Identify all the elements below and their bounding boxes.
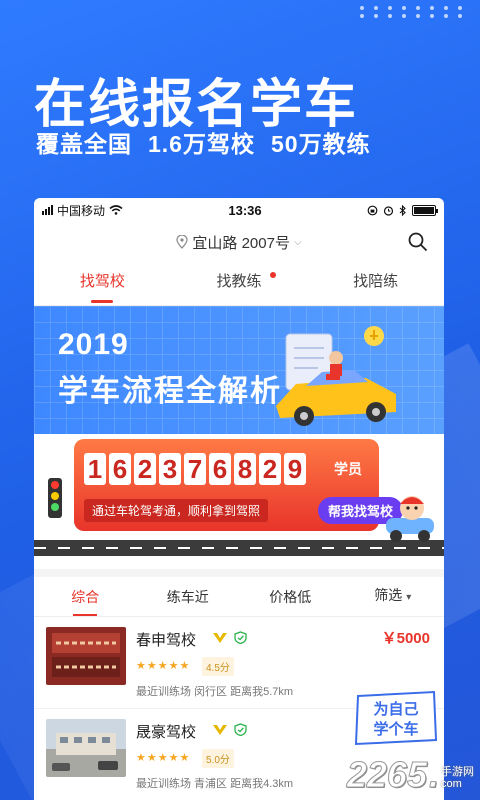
watermark-dot: .: [428, 754, 439, 796]
banner-slogan: 通过车轮驾考通，顺利拿到驾照: [84, 499, 269, 522]
car-illustration: [276, 326, 396, 426]
school-photo: [46, 627, 126, 685]
filter-label: 综合: [71, 588, 100, 605]
counter-digit: 2: [259, 453, 281, 485]
counter-digit: 8: [234, 453, 256, 485]
school-price: ￥5000: [381, 630, 430, 647]
location-pin-icon: [176, 235, 189, 249]
tab-label: 找陪练: [353, 273, 399, 290]
school-name: 春申驾校: [136, 632, 197, 649]
bluetooth-icon: [399, 204, 406, 216]
banner-year: 2019: [58, 328, 129, 361]
decorative-dots: [360, 6, 468, 18]
student-counter: 1 6 2 3 7 6 8 2 9 学员 通过车轮驾考通，顺利拿到驾照 帮我找驾…: [74, 439, 404, 531]
chevron-down-icon: ▾: [406, 592, 412, 603]
watermark-number: 2265: [346, 754, 427, 796]
school-photo: [46, 719, 126, 777]
school-location: 最近训练场 闵行区 距离我5.7km: [136, 686, 294, 698]
signal-icon: [42, 205, 53, 215]
filter-label: 价格低: [269, 588, 312, 605]
watermark-line-1: 手游网: [441, 765, 474, 778]
chevron-down-icon: ⌵: [293, 236, 302, 248]
counter-digit: 1: [84, 453, 106, 485]
counter-digit: 7: [184, 453, 206, 485]
counter-digit: 6: [209, 453, 231, 485]
counter-digit: 6: [109, 453, 131, 485]
carrier-label: 中国移动: [57, 203, 106, 218]
traffic-light-icon: [48, 478, 62, 518]
counter-digit: 9: [284, 453, 306, 485]
filter-overall[interactable]: 综合: [34, 578, 137, 616]
promo-schools-count: 1.6万驾校: [148, 131, 255, 157]
tab-find-coach[interactable]: 找教练: [171, 262, 308, 305]
battery-icon: [411, 204, 438, 216]
search-icon[interactable]: [408, 232, 428, 252]
rating-stars: ★★★★★: [136, 752, 191, 764]
promo-subtitle: 覆盖全国 1.6万驾校 50万教练: [36, 125, 387, 159]
filter-label: 筛选: [374, 587, 403, 603]
tab-find-practice-partner[interactable]: 找陪练: [307, 262, 444, 305]
counter-digit: 2: [134, 453, 156, 485]
verified-shield-icon: [234, 723, 247, 736]
filter-lowest-price[interactable]: 价格低: [239, 578, 342, 616]
school-name: 晟豪驾校: [136, 724, 197, 741]
lock-rotation-icon: [367, 205, 378, 215]
promo-coaches-count: 50万教练: [270, 131, 371, 157]
main-tabs: 找驾校 找教练 找陪练: [34, 262, 444, 306]
filter-label: 练车近: [166, 588, 209, 605]
sticker-line-2: 学个车: [373, 720, 418, 738]
promo-sticker: 为自己 学个车: [354, 690, 438, 746]
site-watermark: 2265 . 手游网 com: [346, 754, 474, 796]
counter-digits: 1 6 2 3 7 6 8 2 9: [84, 453, 306, 485]
banner-title: 学车流程全解析: [58, 375, 282, 408]
sort-filter-bar: 综合 练车近 价格低 筛选 ▾: [34, 569, 444, 617]
rating-score: 5.0分: [202, 749, 234, 768]
promo-banner-process[interactable]: 2019 学车流程全解析: [34, 306, 444, 434]
filter-more[interactable]: 筛选 ▾: [342, 576, 445, 617]
counter-unit: 学员: [334, 461, 362, 477]
rating-score: 4.5分: [202, 657, 234, 676]
tab-label: 找驾校: [79, 273, 125, 290]
rating-stars: ★★★★★: [136, 660, 191, 672]
tab-find-school[interactable]: 找驾校: [34, 262, 171, 305]
student-counter-banner[interactable]: 1 6 2 3 7 6 8 2 9 学员 通过车轮驾考通，顺利拿到驾照 帮我找驾…: [34, 434, 444, 569]
filter-nearest[interactable]: 练车近: [137, 578, 240, 616]
sticker-line-1: 为自己: [373, 700, 418, 718]
location-address: 宜山路 2007号: [192, 234, 290, 252]
alarm-icon: [383, 205, 394, 216]
vip-badge-icon: [213, 633, 227, 643]
vip-badge-icon: [213, 725, 227, 735]
location-bar[interactable]: 宜山路 2007号 ⌵: [34, 222, 444, 262]
clock: 13:36: [228, 202, 262, 218]
counter-digit: 3: [159, 453, 181, 485]
status-bar: 中国移动 13:36: [34, 198, 444, 222]
notification-dot: [269, 272, 276, 278]
tab-label: 找教练: [216, 273, 262, 290]
verified-shield-icon: [234, 631, 247, 644]
watermark-text: 手游网 com: [441, 766, 474, 796]
watermark-line-2: com: [441, 777, 462, 790]
school-location: 最近训练场 青浦区 距离我4.3km: [136, 778, 294, 790]
mascot-car-icon: [386, 496, 434, 542]
wifi-icon: [109, 205, 123, 215]
promo-coverage: 覆盖全国: [36, 131, 132, 157]
